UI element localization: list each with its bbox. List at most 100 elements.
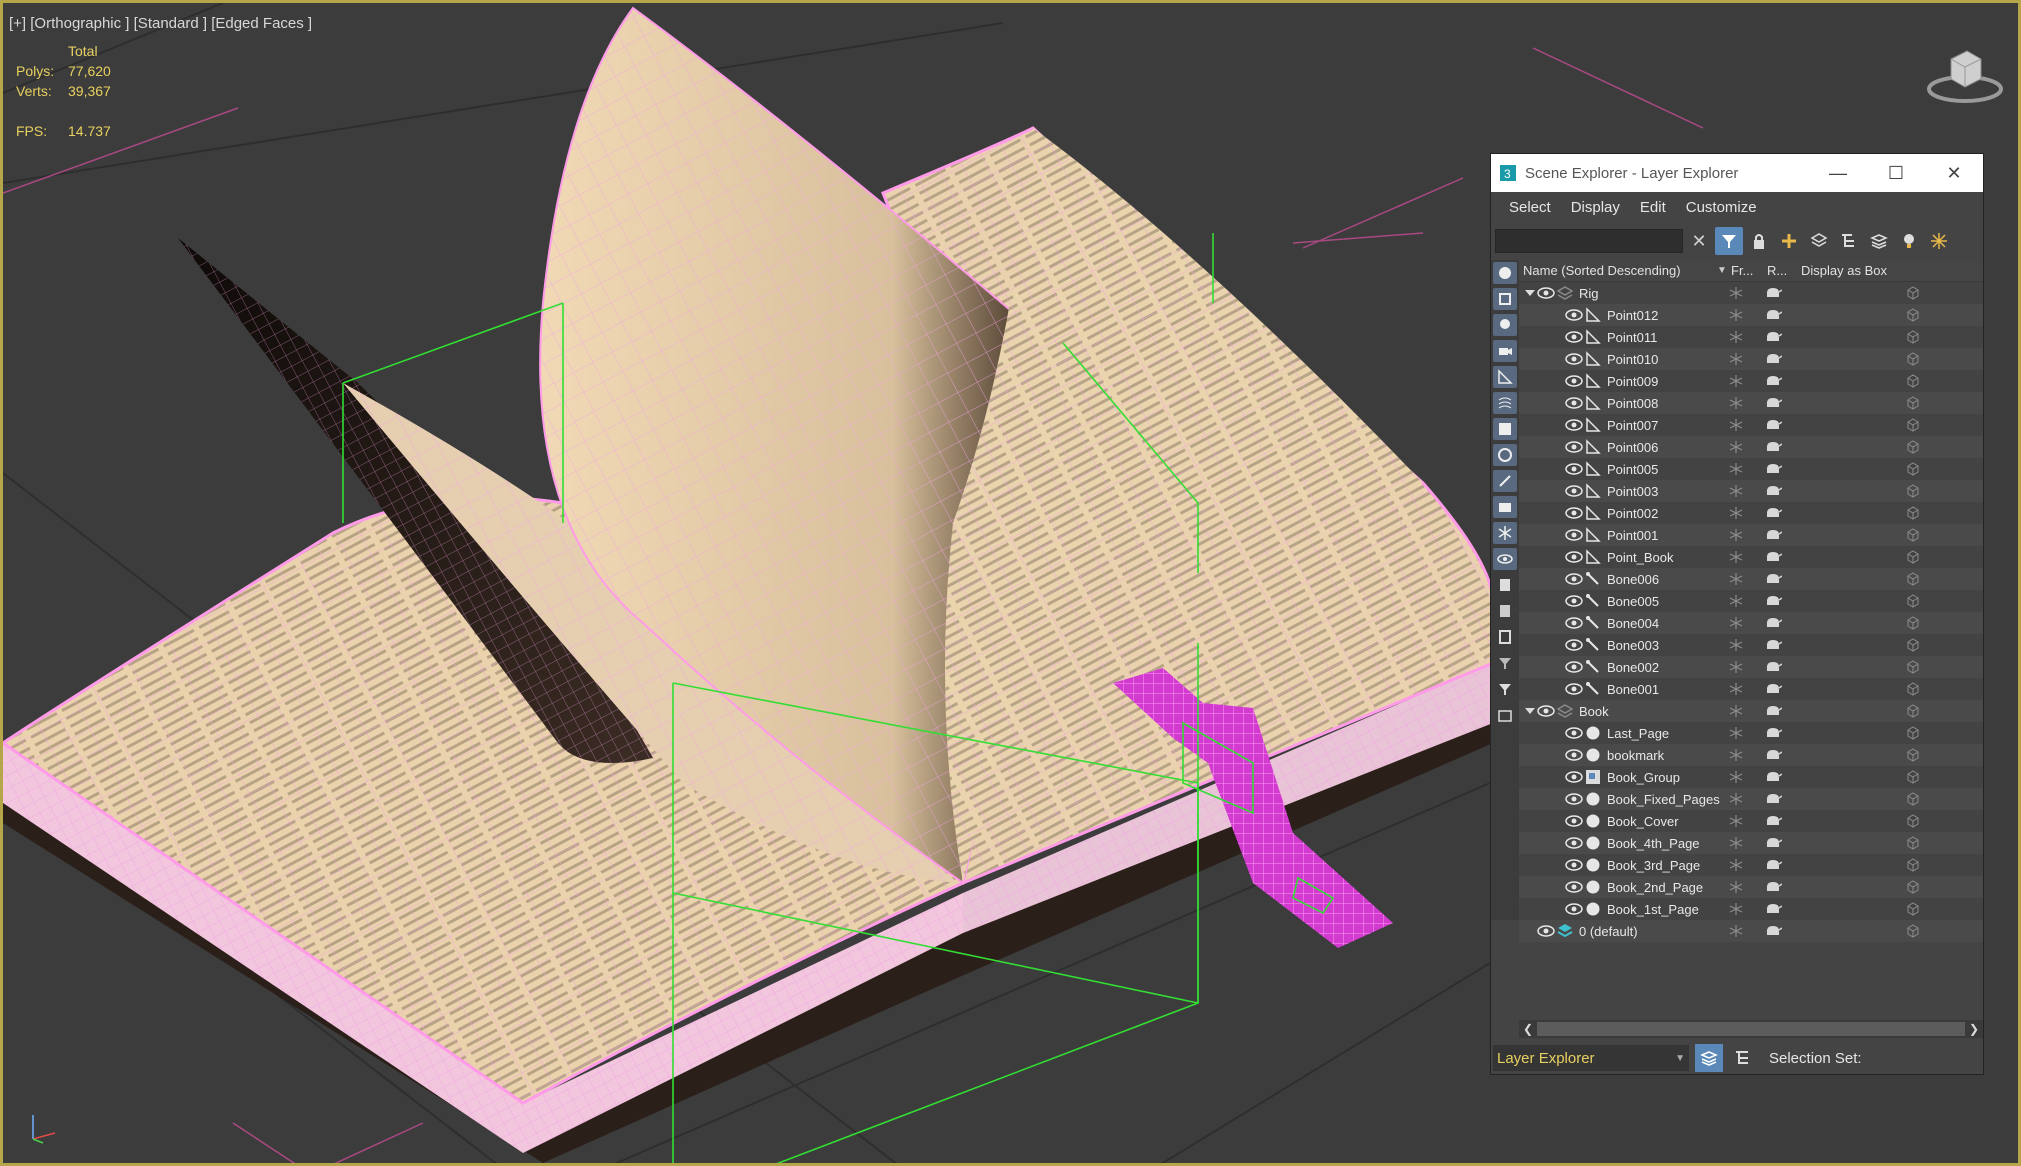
frozen-filter-icon[interactable] <box>1493 522 1517 544</box>
renderable-teapot-icon[interactable] <box>1764 286 1782 300</box>
object-row[interactable]: Book_3rd_Page <box>1519 854 1983 876</box>
visibility-eye-icon[interactable] <box>1565 551 1583 563</box>
display-as-box-icon[interactable] <box>1906 330 1920 344</box>
display-as-box-icon[interactable] <box>1906 308 1920 322</box>
visibility-eye-icon[interactable] <box>1565 727 1583 739</box>
xrefs-filter-icon[interactable] <box>1493 444 1517 466</box>
bones-filter-icon[interactable] <box>1493 470 1517 492</box>
renderable-teapot-icon[interactable] <box>1764 924 1782 938</box>
visibility-eye-icon[interactable] <box>1565 837 1583 849</box>
visibility-eye-icon[interactable] <box>1537 287 1555 299</box>
renderable-teapot-icon[interactable] <box>1764 814 1782 828</box>
menu-display[interactable]: Display <box>1561 199 1630 216</box>
renderable-teapot-icon[interactable] <box>1764 462 1782 476</box>
display-as-box-icon[interactable] <box>1906 528 1920 542</box>
display-as-box-icon[interactable] <box>1906 506 1920 520</box>
shapes-filter-icon[interactable] <box>1493 288 1517 310</box>
renderable-teapot-icon[interactable] <box>1764 374 1782 388</box>
visibility-eye-icon[interactable] <box>1565 507 1583 519</box>
display-as-box-icon[interactable] <box>1906 792 1920 806</box>
scene-explorer-window[interactable]: 3 Scene Explorer - Layer Explorer — ☐ ✕ … <box>1490 153 1984 1075</box>
visibility-eye-icon[interactable] <box>1565 529 1583 541</box>
menu-customize[interactable]: Customize <box>1676 199 1767 216</box>
display-as-box-icon[interactable] <box>1906 880 1920 894</box>
perspective-viewport[interactable]: [+] [Orthographic ] [Standard ] [Edged F… <box>0 0 2021 1166</box>
horizontal-scrollbar[interactable]: ❮ ❯ <box>1519 1020 1983 1038</box>
hidden-filter-icon[interactable] <box>1493 548 1517 570</box>
renderable-teapot-icon[interactable] <box>1764 352 1782 366</box>
visibility-eye-icon[interactable] <box>1565 683 1583 695</box>
visibility-eye-icon[interactable] <box>1565 859 1583 871</box>
freeze-icon[interactable] <box>1729 880 1743 894</box>
visibility-eye-icon[interactable] <box>1565 331 1583 343</box>
object-row[interactable]: Book_Group <box>1519 766 1983 788</box>
object-row[interactable]: Point006 <box>1519 436 1983 458</box>
layer-row[interactable]: Book <box>1519 700 1983 722</box>
object-row[interactable]: Bone002 <box>1519 656 1983 678</box>
freeze-icon[interactable] <box>1729 396 1743 410</box>
visibility-eye-icon[interactable] <box>1565 617 1583 629</box>
display-as-box-icon[interactable] <box>1906 286 1920 300</box>
renderable-teapot-icon[interactable] <box>1764 440 1782 454</box>
filter-button[interactable] <box>1715 227 1743 255</box>
renderable-teapot-icon[interactable] <box>1764 660 1782 674</box>
layer-tree[interactable]: Name (Sorted Descending) ▼ Fr... R... Di… <box>1519 260 1983 942</box>
renderable-teapot-icon[interactable] <box>1764 638 1782 652</box>
freeze-icon[interactable] <box>1729 748 1743 762</box>
explorer-titlebar[interactable]: 3 Scene Explorer - Layer Explorer — ☐ ✕ <box>1491 154 1983 192</box>
renderable-teapot-icon[interactable] <box>1764 858 1782 872</box>
invert-display-icon[interactable] <box>1493 626 1517 648</box>
layer-stack-button[interactable] <box>1865 227 1893 255</box>
maximize-button[interactable]: ☐ <box>1867 154 1925 192</box>
visibility-eye-icon[interactable] <box>1565 881 1583 893</box>
filter-funnel-icon[interactable] <box>1493 652 1517 674</box>
object-row[interactable]: Point009 <box>1519 370 1983 392</box>
scroll-left-icon[interactable]: ❮ <box>1519 1022 1537 1036</box>
display-as-box-icon[interactable] <box>1906 572 1920 586</box>
scrollbar-thumb[interactable] <box>1537 1022 1965 1036</box>
visibility-eye-icon[interactable] <box>1565 749 1583 761</box>
renderable-teapot-icon[interactable] <box>1764 748 1782 762</box>
object-row[interactable]: Point002 <box>1519 502 1983 524</box>
column-freeze[interactable]: Fr... <box>1731 263 1767 278</box>
display-as-box-icon[interactable] <box>1906 594 1920 608</box>
renderable-teapot-icon[interactable] <box>1764 770 1782 784</box>
display-as-box-icon[interactable] <box>1906 418 1920 432</box>
scroll-right-icon[interactable]: ❯ <box>1965 1022 1983 1036</box>
freeze-icon[interactable] <box>1729 594 1743 608</box>
expand-arrow-icon[interactable] <box>1525 288 1535 298</box>
viewcube-icon[interactable] <box>1925 39 2005 109</box>
object-row[interactable]: Book_Cover <box>1519 810 1983 832</box>
object-row[interactable]: Bone004 <box>1519 612 1983 634</box>
column-name[interactable]: Name (Sorted Descending) <box>1519 263 1717 278</box>
freeze-icon[interactable] <box>1729 836 1743 850</box>
renderable-teapot-icon[interactable] <box>1764 682 1782 696</box>
freeze-icon[interactable] <box>1729 770 1743 784</box>
cameras-filter-icon[interactable] <box>1493 340 1517 362</box>
renderable-teapot-icon[interactable] <box>1764 594 1782 608</box>
object-row[interactable]: Bone005 <box>1519 590 1983 612</box>
renderable-teapot-icon[interactable] <box>1764 902 1782 916</box>
display-as-box-icon[interactable] <box>1906 352 1920 366</box>
spacewarps-filter-icon[interactable] <box>1493 392 1517 414</box>
clear-search-button[interactable]: ✕ <box>1685 227 1713 255</box>
freeze-icon[interactable] <box>1729 792 1743 806</box>
freeze-icon[interactable] <box>1729 550 1743 564</box>
renderable-teapot-icon[interactable] <box>1764 418 1782 432</box>
display-as-box-icon[interactable] <box>1906 924 1920 938</box>
display-as-box-icon[interactable] <box>1906 748 1920 762</box>
display-as-box-icon[interactable] <box>1906 484 1920 498</box>
renderable-teapot-icon[interactable] <box>1764 330 1782 344</box>
visibility-eye-icon[interactable] <box>1565 661 1583 673</box>
renderable-teapot-icon[interactable] <box>1764 550 1782 564</box>
object-row[interactable]: Point001 <box>1519 524 1983 546</box>
layer-mode-button[interactable] <box>1695 1044 1723 1072</box>
renderable-teapot-icon[interactable] <box>1764 880 1782 894</box>
visibility-eye-icon[interactable] <box>1565 353 1583 365</box>
object-row[interactable]: Point010 <box>1519 348 1983 370</box>
select-objects-button[interactable] <box>1925 227 1953 255</box>
freeze-icon[interactable] <box>1729 374 1743 388</box>
freeze-icon[interactable] <box>1729 682 1743 696</box>
object-row[interactable]: Point_Book <box>1519 546 1983 568</box>
freeze-icon[interactable] <box>1729 858 1743 872</box>
